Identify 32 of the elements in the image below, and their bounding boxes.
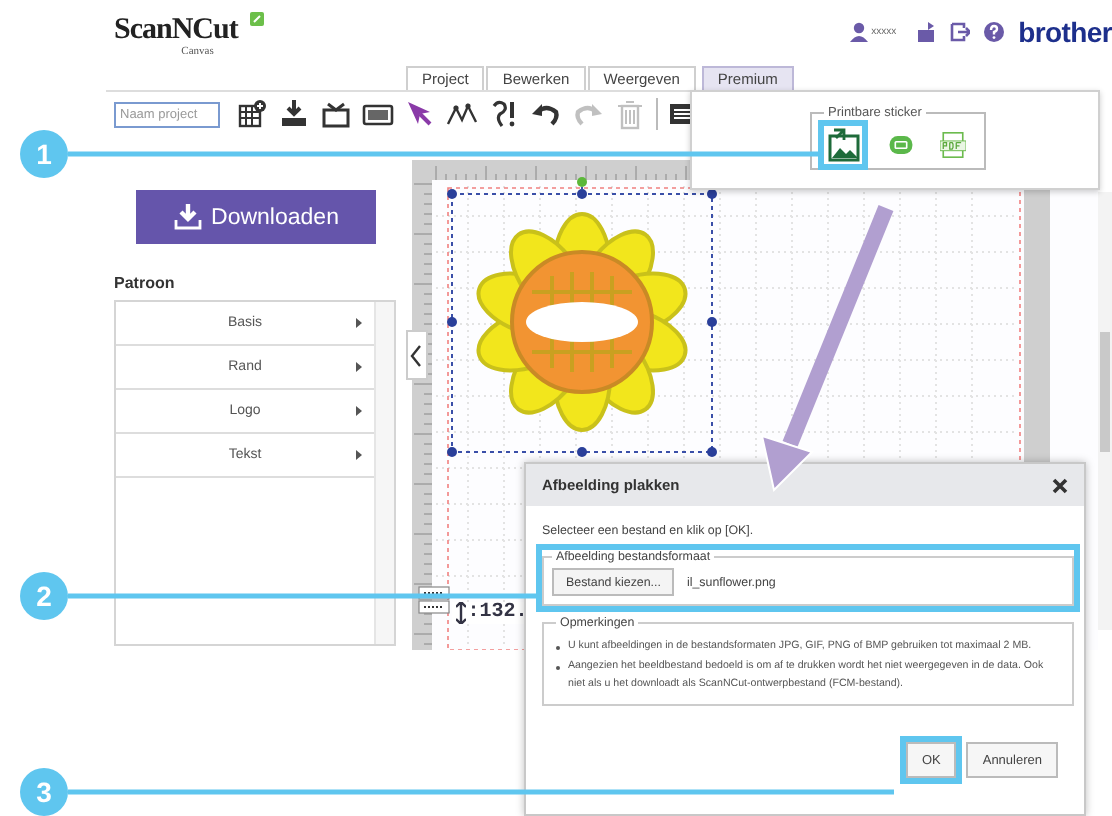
upload-icon[interactable]	[916, 22, 937, 42]
download-icon	[173, 204, 202, 230]
help-icon[interactable]	[984, 22, 1005, 42]
caret-icon	[356, 362, 362, 372]
caret-icon	[356, 450, 362, 460]
pointer-icon[interactable]	[404, 98, 436, 130]
logout-icon[interactable]	[950, 22, 971, 42]
brand-logo: brother	[1018, 16, 1112, 48]
user-icon	[849, 22, 868, 42]
caret-icon	[356, 406, 362, 416]
callout-number: 1	[20, 130, 68, 178]
app-logo: ScanNCut	[114, 15, 238, 45]
callout-number: 3	[20, 768, 68, 816]
flower-drawing[interactable]	[476, 212, 687, 432]
selection-frame[interactable]	[446, 177, 717, 457]
tray-icon[interactable]	[320, 98, 352, 130]
image-import-icon[interactable]	[827, 127, 859, 161]
path-icon[interactable]	[446, 98, 478, 130]
close-icon[interactable]	[1052, 477, 1068, 493]
section-title: Patroon	[114, 274, 177, 292]
download-icon[interactable]	[278, 98, 310, 130]
trace-icon[interactable]	[488, 98, 520, 130]
pdf-icon[interactable]	[940, 127, 966, 161]
height-readout: :132.	[467, 603, 528, 623]
download-button[interactable]: Downloaden	[136, 190, 376, 244]
height-icon	[455, 602, 466, 624]
chevron-left-icon	[410, 343, 423, 367]
add-grid-icon[interactable]	[236, 98, 268, 130]
collapse-button[interactable]	[405, 330, 428, 380]
caret-icon	[356, 318, 362, 328]
callout-number: 2	[20, 572, 68, 620]
badge-icon	[249, 11, 264, 25]
